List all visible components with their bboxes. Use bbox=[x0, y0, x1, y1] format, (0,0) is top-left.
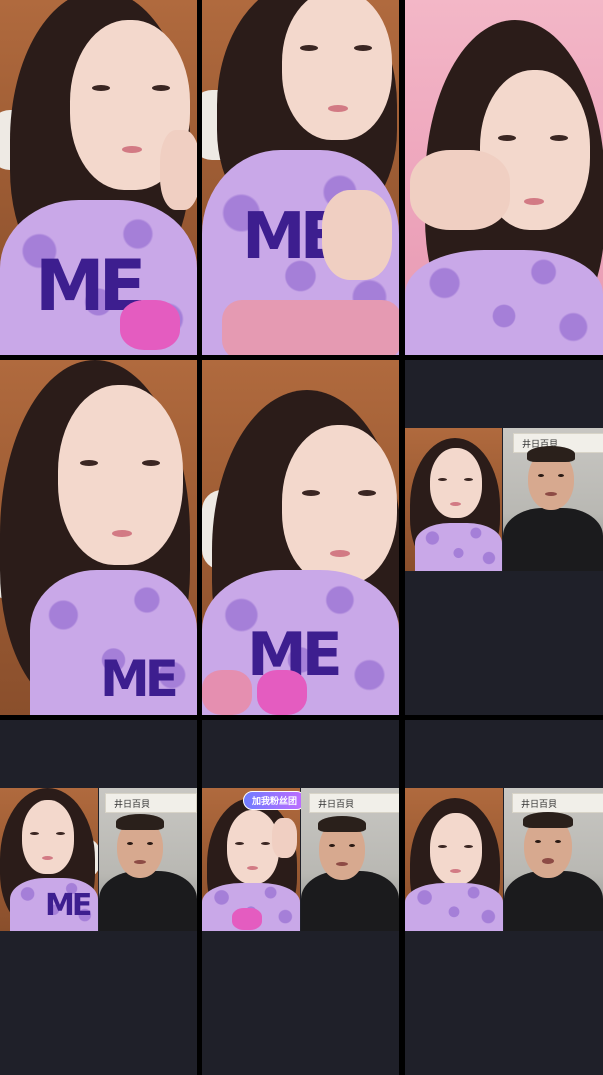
video-tile-6[interactable]: 井日百貝 bbox=[405, 360, 603, 715]
bow-print bbox=[257, 670, 307, 715]
face bbox=[282, 425, 397, 585]
fan-club-badge[interactable]: 加我粉丝团 bbox=[243, 791, 307, 810]
shirt-print: ME bbox=[100, 650, 179, 708]
pink-blanket bbox=[222, 300, 399, 355]
video-tile-5[interactable]: ME bbox=[202, 360, 399, 715]
face bbox=[282, 0, 392, 140]
pip-left-woman bbox=[405, 428, 502, 571]
pip-right-man: 井日百貝 bbox=[301, 788, 399, 931]
video-collage: ME ME ME ME 井日百貝 ME 井日百貝 加我粉丝团 井日百貝 井日百貝 bbox=[0, 0, 603, 1075]
hand bbox=[322, 190, 392, 280]
video-tile-9[interactable]: 井日百貝 bbox=[405, 720, 603, 1075]
hand bbox=[410, 150, 510, 230]
video-tile-1[interactable]: ME bbox=[0, 0, 197, 355]
pip-right-man: 井日百貝 bbox=[504, 788, 603, 931]
hand bbox=[160, 130, 197, 210]
video-tile-8[interactable]: 加我粉丝团 井日百貝 bbox=[202, 720, 399, 1075]
shirt bbox=[405, 250, 603, 355]
pip-left-woman bbox=[405, 788, 503, 931]
video-tile-3[interactable] bbox=[405, 0, 603, 355]
calligraphy-scroll: 井日百貝 bbox=[512, 793, 603, 813]
calligraphy-scroll: 井日百貝 bbox=[105, 793, 197, 813]
pip-right-man: 井日百貝 bbox=[503, 428, 603, 571]
phone bbox=[202, 670, 252, 715]
pip-left-woman: ME bbox=[0, 788, 98, 931]
video-tile-7[interactable]: ME 井日百貝 bbox=[0, 720, 197, 1075]
calligraphy-scroll: 井日百貝 bbox=[309, 793, 399, 813]
video-tile-4[interactable]: ME bbox=[0, 360, 197, 715]
pip-right-man: 井日百貝 bbox=[99, 788, 197, 931]
face bbox=[58, 385, 183, 565]
video-tile-2[interactable]: ME bbox=[202, 0, 399, 355]
bow-print bbox=[120, 300, 180, 350]
